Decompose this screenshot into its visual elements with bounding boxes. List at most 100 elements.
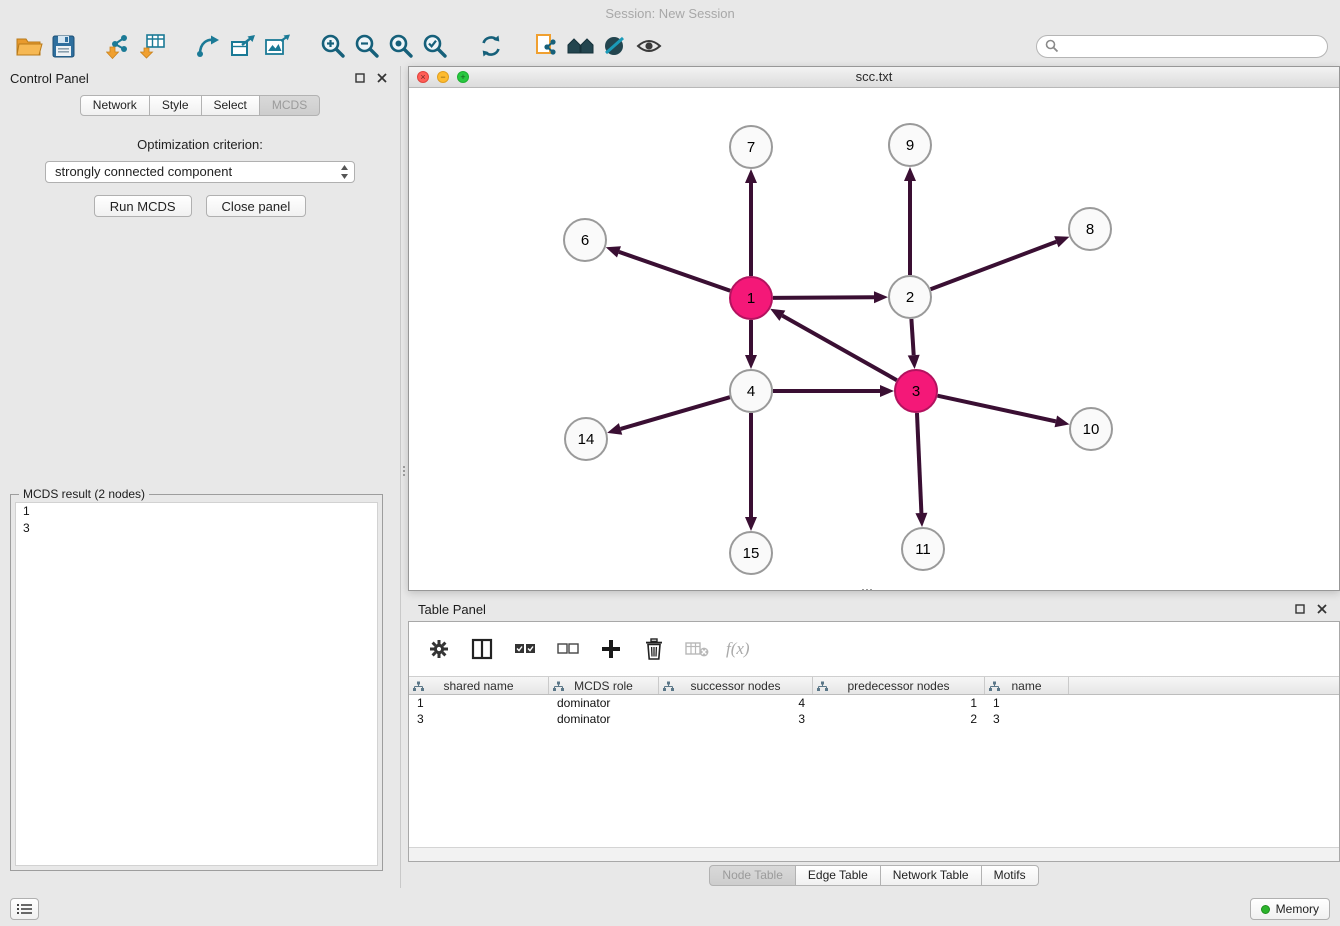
run-mcds-button[interactable]: Run MCDS — [94, 195, 192, 217]
zoom-fit-button[interactable] — [384, 29, 418, 63]
graph-node-11[interactable]: 11 — [902, 528, 944, 570]
save-session-button[interactable] — [46, 29, 80, 63]
column-header-label: predecessor nodes — [847, 679, 949, 693]
graph-node-9[interactable]: 9 — [889, 124, 931, 166]
graph-edge[interactable] — [773, 297, 874, 298]
table-cell: dominator — [549, 695, 659, 711]
function-builder-icon[interactable]: f(x) — [726, 639, 750, 659]
import-network-icon — [106, 33, 132, 59]
zoom-fit-icon — [388, 33, 414, 59]
show-hide-button[interactable] — [632, 29, 666, 63]
float-table-panel-button[interactable] — [1292, 601, 1308, 617]
graph-node-4[interactable]: 4 — [730, 370, 772, 412]
graph-node-14[interactable]: 14 — [565, 418, 607, 460]
graph-node-7[interactable]: 7 — [730, 126, 772, 168]
export-image-button[interactable] — [260, 29, 294, 63]
tab-edge-table[interactable]: Edge Table — [795, 865, 881, 886]
control-panel-title: Control Panel — [10, 71, 89, 86]
column-header-predecessor-nodes[interactable]: predecessor nodes — [813, 677, 985, 694]
deselect-all-rows-button[interactable] — [554, 635, 582, 663]
tab-mcds[interactable]: MCDS — [259, 95, 320, 116]
table-row[interactable]: 3dominator323 — [409, 711, 1339, 727]
graph-edge[interactable] — [621, 397, 730, 429]
table-row[interactable]: 1dominator411 — [409, 695, 1339, 711]
zoom-out-button[interactable] — [350, 29, 384, 63]
graph-edge[interactable] — [917, 413, 921, 513]
new-network-button[interactable] — [192, 29, 226, 63]
graph-edge[interactable] — [911, 319, 913, 355]
graph-node-3[interactable]: 3 — [895, 370, 937, 412]
task-history-button[interactable] — [10, 898, 39, 920]
copy-network-button[interactable] — [530, 29, 564, 63]
edge-arrow-icon — [874, 291, 888, 303]
control-panel-header: Control Panel — [0, 66, 400, 90]
graph-edge[interactable] — [931, 242, 1057, 290]
memory-button[interactable]: Memory — [1250, 898, 1330, 920]
first-neighbors-button[interactable] — [564, 29, 598, 63]
zoom-selected-button[interactable] — [418, 29, 452, 63]
graph-edge[interactable] — [937, 396, 1055, 422]
mcds-result-title: MCDS result (2 nodes) — [19, 487, 149, 501]
open-folder-icon — [16, 35, 43, 58]
tab-network[interactable]: Network — [80, 95, 150, 116]
column-header-name[interactable]: name — [985, 677, 1069, 694]
graph-edge[interactable] — [619, 252, 730, 291]
column-header-successor-nodes[interactable]: successor nodes — [659, 677, 813, 694]
edge-arrow-icon — [908, 355, 920, 369]
graph-node-2[interactable]: 2 — [889, 276, 931, 318]
refresh-button[interactable] — [474, 29, 508, 63]
deselect-all-icon — [557, 642, 579, 656]
table-cell: 3 — [659, 711, 813, 727]
style-button[interactable] — [598, 29, 632, 63]
close-panel-button[interactable] — [374, 70, 390, 86]
add-column-button[interactable] — [597, 635, 625, 663]
import-network-button[interactable] — [102, 29, 136, 63]
tab-node-table[interactable]: Node Table — [709, 865, 796, 886]
select-all-rows-button[interactable] — [511, 635, 539, 663]
delete-column-button[interactable] — [640, 635, 668, 663]
horizontal-splitter-handle[interactable] — [862, 589, 864, 591]
network-window-titlebar[interactable]: × − + scc.txt — [409, 67, 1339, 88]
close-panel-action-button[interactable]: Close panel — [206, 195, 307, 217]
graph-node-10[interactable]: 10 — [1070, 408, 1112, 450]
graph-edge[interactable] — [782, 316, 896, 381]
maximize-window-icon[interactable]: + — [457, 71, 469, 83]
network-window: × − + scc.txt 7 9 6 8 1 2 4 3 14 10 15 11 — [408, 66, 1340, 591]
refresh-icon — [478, 33, 504, 59]
table-cell: 3 — [985, 711, 1069, 727]
tab-network-table[interactable]: Network Table — [880, 865, 982, 886]
vertical-splitter-handle[interactable] — [403, 466, 405, 468]
close-table-panel-button[interactable] — [1314, 601, 1330, 617]
close-window-icon[interactable]: × — [417, 71, 429, 83]
table-settings-button[interactable] — [425, 635, 453, 663]
zoom-selected-icon — [422, 33, 448, 59]
minimize-window-icon[interactable]: − — [437, 71, 449, 83]
zoom-in-button[interactable] — [316, 29, 350, 63]
tab-select[interactable]: Select — [201, 95, 260, 116]
graph-node-label: 4 — [747, 383, 755, 400]
status-bar: Memory — [0, 888, 1340, 926]
graph-node-8[interactable]: 8 — [1069, 208, 1111, 250]
column-header-shared-name[interactable]: shared name — [409, 677, 549, 694]
table-horizontal-scrollbar[interactable] — [409, 847, 1339, 861]
search-icon — [1045, 39, 1059, 53]
network-canvas[interactable]: 7 9 6 8 1 2 4 3 14 10 15 11 — [409, 88, 1339, 590]
criterion-select[interactable]: strongly connected component — [45, 161, 355, 183]
clone-network-button[interactable] — [226, 29, 260, 63]
open-session-button[interactable] — [12, 29, 46, 63]
float-panel-button[interactable] — [352, 70, 368, 86]
delete-table-button[interactable] — [683, 635, 711, 663]
edge-arrow-icon — [606, 246, 621, 257]
graph-node-6[interactable]: 6 — [564, 219, 606, 261]
column-header-mcds-role[interactable]: MCDS role — [549, 677, 659, 694]
import-table-button[interactable] — [136, 29, 170, 63]
mcds-result-list[interactable]: 13 — [15, 502, 378, 866]
show-columns-button[interactable] — [468, 635, 496, 663]
graph-node-label: 6 — [581, 232, 589, 249]
tab-style[interactable]: Style — [149, 95, 202, 116]
tab-motifs[interactable]: Motifs — [981, 865, 1039, 886]
table-cell: dominator — [549, 711, 659, 727]
graph-node-15[interactable]: 15 — [730, 532, 772, 574]
search-input[interactable] — [1059, 37, 1327, 56]
graph-node-1[interactable]: 1 — [730, 277, 772, 319]
